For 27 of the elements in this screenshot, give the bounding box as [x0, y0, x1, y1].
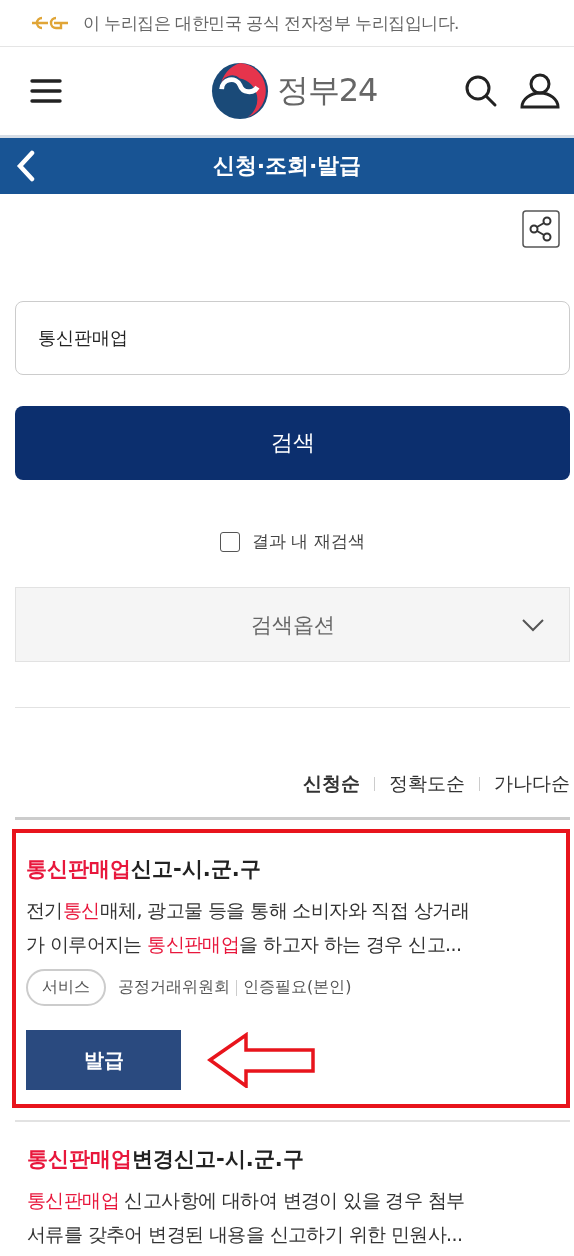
- search-field[interactable]: 통신판매업: [15, 301, 570, 375]
- result-description: 전기 통신매체, 광고물 등을 통해 소비자와 직접 상거래 가 이루어지는 통신판매업을 하고자 하는 경우 신고...: [26, 898, 470, 957]
- search-options-toggle[interactable]: 검색옵션: [15, 587, 570, 662]
- logo-icon: [210, 62, 269, 120]
- result-title[interactable]: 통신판매업신고-시.군.구: [26, 852, 556, 883]
- result-description: 통신판매업 신고사항에 대하여 변경이 있을 경우 첨부 서류를 갖추어 변경된 내용을 신고하기 위한 민원사...: [27, 1188, 466, 1247]
- result-title[interactable]: 통신판매업 변경신고-시.군.구: [27, 1142, 558, 1173]
- notice-text: 이 누리집은 대한민국 공식 전자정부 누리집입니다.: [83, 11, 459, 35]
- auth-text: 인증필요(본인): [243, 977, 352, 998]
- emblem-icon: [30, 16, 70, 30]
- user-icon[interactable]: [520, 73, 560, 109]
- share-icon[interactable]: [522, 210, 560, 248]
- search-button[interactable]: 검색: [15, 406, 570, 480]
- logo-text: 정부24: [276, 70, 378, 111]
- back-icon[interactable]: [16, 150, 36, 182]
- checkbox[interactable]: [220, 531, 241, 552]
- sort-option[interactable]: 신청순: [303, 771, 360, 797]
- sort-option[interactable]: 가나다순: [494, 771, 570, 797]
- sort-option[interactable]: 정확도순: [389, 771, 465, 797]
- options-label: 검색옵션: [250, 611, 335, 639]
- search-icon[interactable]: [464, 74, 498, 108]
- page-title: 신청·조회·발급: [211, 152, 363, 180]
- checkbox-label[interactable]: 결과 내 재검색: [252, 530, 365, 553]
- issue-button[interactable]: 발급: [26, 1030, 181, 1090]
- tag: 서비스: [26, 969, 106, 1006]
- menu-icon[interactable]: [30, 78, 62, 104]
- agency-text: 공정거래위원회: [118, 977, 230, 998]
